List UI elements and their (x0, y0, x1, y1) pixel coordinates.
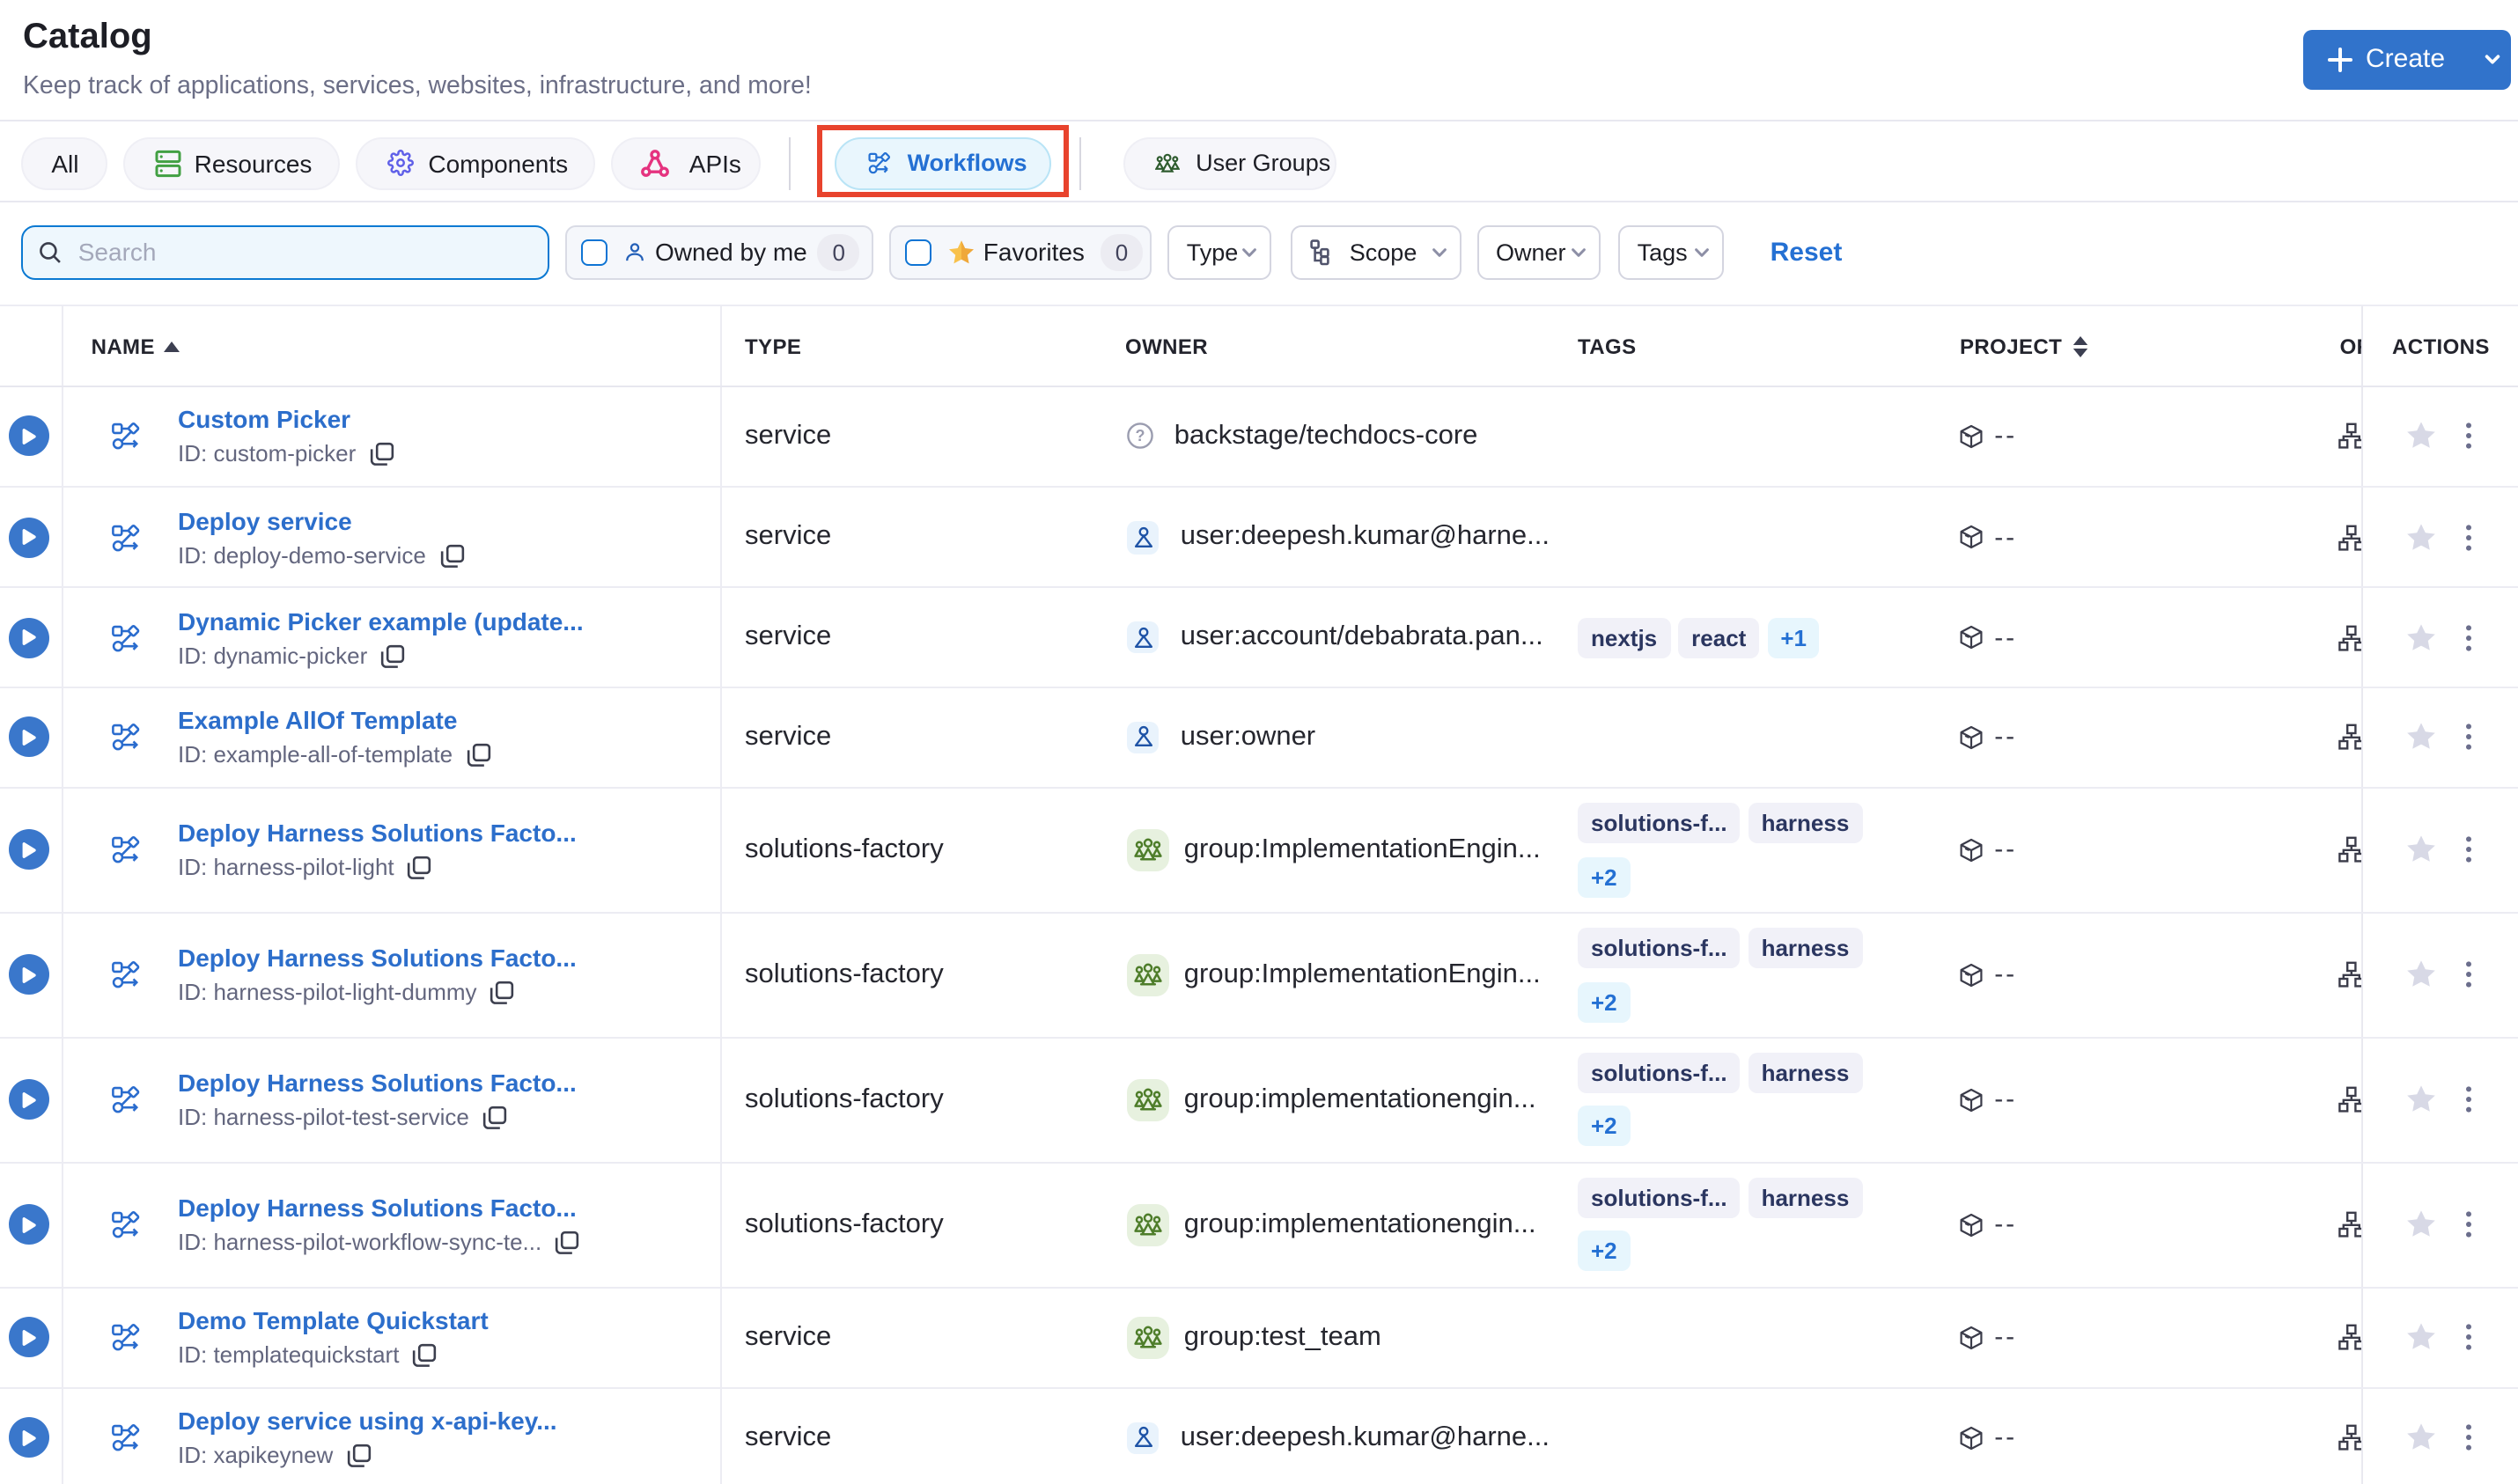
svg-text:?: ? (1135, 428, 1145, 445)
